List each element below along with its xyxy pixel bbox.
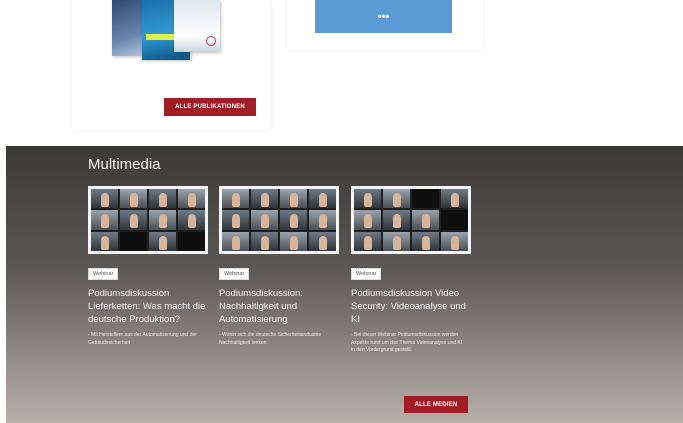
- webinar-badge: Webinar: [351, 268, 382, 280]
- video-thumbnail[interactable]: [351, 186, 471, 254]
- more-card: •••: [287, 0, 483, 50]
- magazine-covers-image[interactable]: [112, 0, 232, 62]
- video-thumbnail[interactable]: [219, 186, 339, 254]
- media-item[interactable]: Webinar Podiumsdiskussion: Nachhaltigkei…: [219, 186, 339, 347]
- media-item-description: - Mit Herstellern aus der Automatisierun…: [88, 332, 197, 346]
- more-button[interactable]: •••: [315, 0, 452, 33]
- webinar-badge: Webinar: [88, 268, 119, 280]
- all-media-button[interactable]: ALLE MEDIEN: [404, 396, 468, 413]
- media-item-title[interactable]: Podiumsdiskussion Lieferketten: Was mach…: [88, 288, 208, 326]
- video-thumbnail[interactable]: [88, 186, 208, 254]
- section-title: Multimedia: [88, 156, 161, 173]
- webinar-badge: Webinar: [219, 268, 250, 280]
- publications-card: ALLE PUBLIKATIONEN: [72, 0, 270, 130]
- media-item[interactable]: Webinar Podiumsdiskussion Lieferketten: …: [88, 186, 208, 347]
- media-item-description: - Wohin sich die deutsche Sicherheitsind…: [219, 332, 322, 346]
- media-item-description: - Bei dieser Webinar Podiumsdiskussion w…: [351, 332, 463, 354]
- media-item[interactable]: Webinar Podiumsdiskussion Video Security…: [351, 186, 471, 355]
- media-item-title[interactable]: Podiumsdiskussion: Nachhaltigkeit und Au…: [219, 288, 339, 326]
- all-publications-button[interactable]: ALLE PUBLIKATIONEN: [164, 98, 256, 116]
- multimedia-section: Multimedia Webinar Podiumsdiskussion Lie…: [6, 146, 683, 423]
- magazine-cover: [174, 0, 220, 52]
- media-item-title[interactable]: Podiumsdiskussion Video Security: Videoa…: [351, 288, 471, 326]
